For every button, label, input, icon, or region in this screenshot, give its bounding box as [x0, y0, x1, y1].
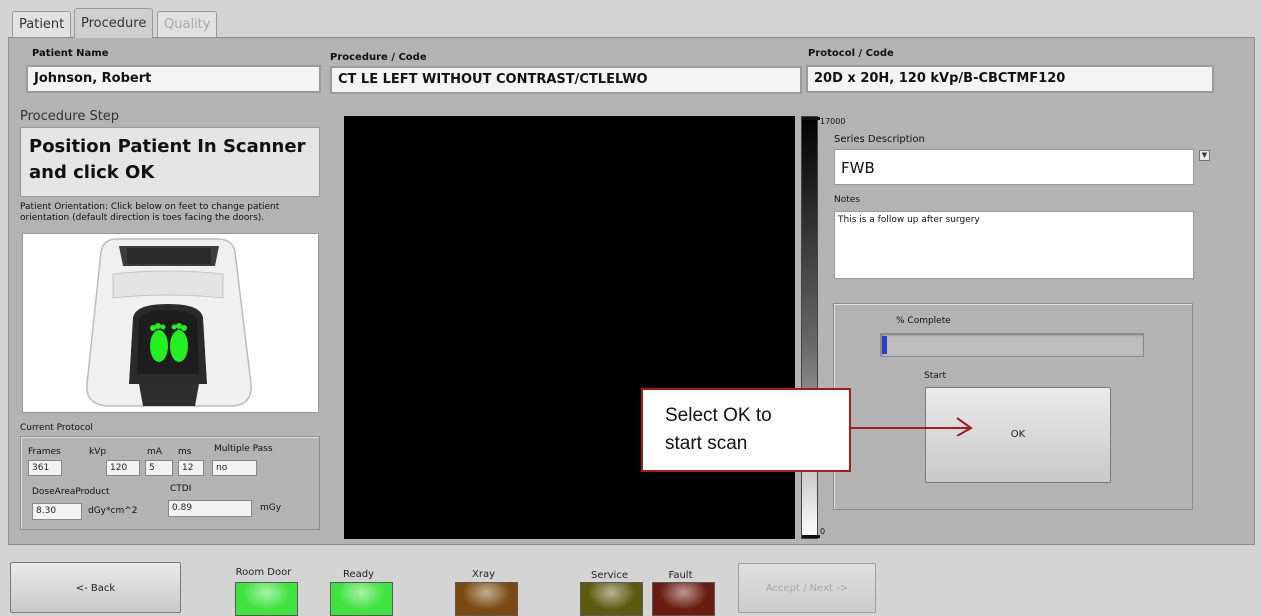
tab-patient[interactable]: Patient [12, 11, 72, 37]
orientation-hint-line1: Patient Orientation: Click below on feet… [20, 202, 280, 212]
current-protocol-label: Current Protocol [20, 423, 93, 433]
protocol-code-field: 20D x 20H, 120 kVp/B-CBCTMF120 [806, 65, 1214, 93]
room-door-label: Room Door [235, 567, 292, 578]
kvp-label: kVp [89, 447, 107, 457]
multiple-pass-value: no [212, 460, 257, 476]
dose-area-product-unit: dGy*cm^2 [88, 506, 138, 516]
start-label: Start [924, 371, 946, 381]
room-door-indicator [235, 582, 298, 616]
image-viewer[interactable] [344, 116, 795, 539]
procedure-step-line1: Position Patient In Scanner [29, 136, 306, 157]
procedure-code-field: CT LE LEFT WITHOUT CONTRAST/CTLELWO [330, 66, 802, 94]
multiple-pass-label: Multiple Pass [214, 444, 273, 454]
scale-min-label: 0 [820, 527, 826, 536]
fault-label: Fault [668, 570, 693, 581]
ctdi-value: 0.89 [168, 500, 252, 517]
grayscale-ramp[interactable] [801, 116, 818, 539]
ms-value: 12 [178, 460, 204, 476]
ready-label: Ready [342, 569, 375, 580]
ctdi-unit: mGy [260, 503, 282, 513]
procedure-step-label: Procedure Step [20, 109, 120, 124]
service-indicator [580, 582, 643, 616]
patient-name-field: Johnson, Robert [26, 65, 321, 93]
notes-label: Notes [834, 195, 860, 205]
frames-value: 361 [28, 460, 62, 476]
progress-bar [880, 333, 1144, 357]
window-max-marker[interactable] [802, 117, 820, 120]
notes-textarea[interactable]: This is a follow up after surgery [834, 211, 1194, 279]
service-label: Service [591, 570, 628, 581]
kvp-value: 120 [106, 460, 140, 476]
procedure-step-box: Position Patient In Scanner and click OK [20, 127, 320, 197]
patient-name-label: Patient Name [32, 48, 109, 59]
dose-area-product-value: 8.30 [32, 503, 82, 520]
series-description-input[interactable]: FWB [834, 149, 1194, 185]
series-description-label: Series Description [834, 134, 925, 145]
dropdown-arrow-icon[interactable]: ▼ [1199, 150, 1210, 161]
ctdi-label: CTDI [170, 484, 192, 494]
callout-box: Select OK to start scan [641, 388, 851, 472]
xray-indicator [455, 582, 518, 616]
tab-procedure[interactable]: Procedure [74, 8, 154, 38]
scale-max-label: 17000 [820, 117, 846, 126]
progress-bar-fill [882, 336, 888, 354]
xray-label: Xray [471, 569, 495, 580]
scanner-feet-image[interactable] [23, 234, 320, 414]
protocol-code-label: Protocol / Code [808, 48, 894, 59]
tab-quality[interactable]: Quality [157, 11, 218, 37]
ready-indicator [330, 582, 393, 616]
accept-next-button[interactable]: Accept / Next -> [738, 563, 876, 613]
dose-area-product-label: DoseAreaProduct [32, 487, 110, 497]
callout-line1: Select OK to [665, 405, 772, 426]
orientation-hint-line2: orientation (default direction is toes f… [20, 213, 265, 223]
ms-label: ms [178, 447, 192, 457]
window-min-marker[interactable] [802, 535, 820, 538]
percent-complete-label: % Complete [896, 316, 951, 326]
procedure-code-label: Procedure / Code [330, 52, 427, 63]
ma-value: 5 [145, 460, 173, 476]
procedure-step-line2: and click OK [29, 162, 155, 183]
scanner-orientation-panel[interactable] [22, 233, 319, 413]
fault-indicator [652, 582, 715, 616]
ma-label: mA [147, 447, 162, 457]
callout-line2: start scan [665, 433, 748, 454]
back-button[interactable]: <- Back [10, 562, 181, 613]
callout-arrow-icon [849, 417, 973, 436]
frames-label: Frames [28, 447, 61, 457]
